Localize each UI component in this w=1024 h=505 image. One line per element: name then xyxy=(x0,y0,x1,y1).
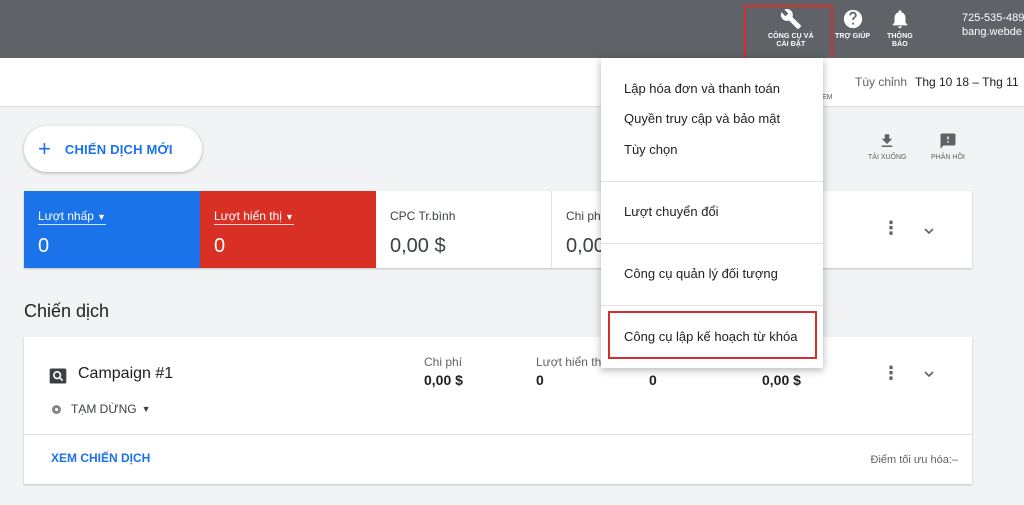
optimization-score: Điểm tối ưu hóa:– xyxy=(870,454,958,466)
metric-clicks-value: 0 xyxy=(38,235,50,257)
more-vert-icon[interactable]: ⋮ xyxy=(882,364,900,382)
chevron-down-icon[interactable] xyxy=(921,223,937,239)
caret-down-icon: ▼ xyxy=(141,404,151,414)
metric-impressions-label: Lượt hiển thị xyxy=(214,209,282,223)
feedback-button[interactable]: PHẢN HỒI xyxy=(931,132,965,161)
column-cost-label: Chi phí xyxy=(424,355,463,369)
notifications-button[interactable]: THÔNG BÁO xyxy=(887,8,913,49)
account-switcher[interactable]: 725-535-489 bang.webde xyxy=(962,11,1024,39)
metric-avg-cpc-label: CPC Tr.bình xyxy=(390,209,456,223)
campaign-card: Campaign #1 TẠM DỪNG ▼ Chi phí 0,00 $ Lư… xyxy=(24,337,972,484)
view-campaign-link[interactable]: XEM CHIẾN DỊCH xyxy=(51,451,150,465)
column-cost-value: 0,00 $ xyxy=(424,372,463,388)
search-campaign-icon xyxy=(49,368,67,384)
menu-item-conversions[interactable]: Lượt chuyển đổi xyxy=(624,204,719,219)
notifications-label-line1: THÔNG xyxy=(887,33,913,40)
column-impressions-value: 0 xyxy=(536,372,544,388)
chevron-down-icon[interactable] xyxy=(921,366,937,382)
metric-avg-cpc-value: 0,00 $ xyxy=(390,235,446,257)
caret-down-icon: ▼ xyxy=(96,212,106,222)
help-button[interactable]: TRỢ GIÚP xyxy=(835,8,870,41)
date-range-label: Tùy chỉnh xyxy=(855,75,908,89)
more-vert-icon[interactable]: ⋮ xyxy=(882,219,900,237)
metric-clicks[interactable]: Lượt nhấp ▼ 0 xyxy=(24,191,200,268)
paused-status-icon xyxy=(52,404,61,414)
feedback-icon xyxy=(940,133,956,149)
help-icon xyxy=(843,9,862,29)
metrics-scorecard: Lượt nhấp ▼ 0 Lượt hiển thị ▼ 0 CPC Tr.bìn… xyxy=(24,191,972,268)
metric-clicks-label-wrap: Lượt nhấp ▼ xyxy=(38,209,106,225)
divider xyxy=(601,305,823,306)
metric-impressions-value: 0 xyxy=(214,235,226,257)
metric-impressions-label-wrap: Lượt hiển thị ▼ xyxy=(214,209,294,225)
feedback-label: PHẢN HỒI xyxy=(931,154,965,161)
section-title-campaigns: Chiến dịch xyxy=(24,301,110,321)
new-campaign-label: CHIẾN DỊCH MỚI xyxy=(64,141,173,157)
metric-clicks-label: Lượt nhấp xyxy=(38,209,94,223)
column-clicks-value: 0 xyxy=(649,372,657,388)
metric-avg-cpc[interactable]: CPC Tr.bình 0,00 $ xyxy=(376,191,552,268)
account-name: bang.webde xyxy=(962,26,1022,38)
menu-item-access-security[interactable]: Quyền truy cập và bảo mật xyxy=(624,111,780,126)
notifications-label-line2: BÁO xyxy=(891,41,908,48)
caret-down-icon: ▼ xyxy=(284,212,294,222)
download-icon xyxy=(882,134,893,147)
help-label: TRỢ GIÚP xyxy=(835,33,871,40)
menu-item-billing[interactable]: Lập hóa đơn và thanh toán xyxy=(624,81,780,96)
menu-item-audience-manager[interactable]: Công cụ quản lý đối tượng xyxy=(624,266,778,281)
page-subheader: EM Tùy chỉnh Thg 10 18 – Thg 11 xyxy=(0,58,1024,107)
tools-settings-menu: Lập hóa đơn và thanh toán Quyền truy cập… xyxy=(601,58,823,368)
divider xyxy=(601,181,823,182)
top-app-bar: CÔNG CỤ VÀ CÀI ĐẶT TRỢ GIÚP THÔNG BÁO 725-… xyxy=(0,0,1024,62)
metric-impressions[interactable]: Lượt hiển thị ▼ 0 xyxy=(200,191,376,268)
new-campaign-button[interactable]: + CHIẾN DỊCH MỚI xyxy=(24,126,202,172)
plus-icon: + xyxy=(38,136,51,161)
download-button[interactable]: TẢI XUỐNG xyxy=(868,132,907,161)
bell-icon xyxy=(892,10,908,29)
keyword-planner-highlight-box xyxy=(608,311,817,359)
tools-highlight-box xyxy=(744,5,833,62)
divider xyxy=(601,243,823,244)
account-id: 725-535-489 xyxy=(962,12,1024,24)
download-label: TẢI XUỐNG xyxy=(868,154,907,161)
divider xyxy=(24,434,972,435)
column-impressions-label: Lượt hiển thị xyxy=(536,355,604,369)
campaign-name[interactable]: Campaign #1 xyxy=(78,365,173,383)
truncated-header-text: EM xyxy=(822,94,833,101)
metric-cost-label: Chi ph xyxy=(566,209,601,223)
column-avg-cost-value: 0,00 $ xyxy=(762,372,801,388)
campaign-status-label: TẠM DỪNG xyxy=(71,402,137,416)
date-range-picker[interactable]: Thg 10 18 – Thg 11 xyxy=(915,75,1019,89)
menu-item-preferences[interactable]: Tùy chọn xyxy=(624,142,677,157)
campaign-status-dropdown[interactable]: TẠM DỪNG ▼ xyxy=(52,402,151,416)
